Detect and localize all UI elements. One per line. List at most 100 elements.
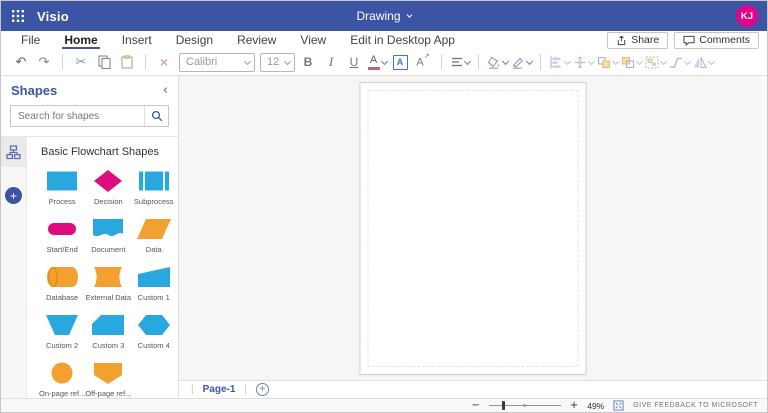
chevron-down-icon [406,12,413,18]
font-color-button[interactable]: A [367,51,388,73]
document-shape-icon [91,217,125,241]
font-size-select[interactable]: 12 [260,52,295,72]
menu-edit-in-desktop-app[interactable]: Edit in Desktop App [338,31,467,49]
zoom-out-button[interactable]: − [471,400,479,411]
decision-shape-icon [91,169,125,193]
italic-button[interactable]: I [321,51,341,73]
delete-button[interactable]: × [154,51,174,73]
external-data-shape-icon [91,265,125,289]
cut-button[interactable]: ✂ [71,51,91,73]
bring-forward-button[interactable] [597,51,620,73]
chevron-down-icon [284,57,292,65]
bold-button[interactable]: B [298,51,318,73]
menu-view[interactable]: View [288,31,338,49]
off-page-ref-shape-icon [91,361,125,385]
stencil-title: Basic Flowchart Shapes [41,146,159,158]
shape-custom-4[interactable]: Custom 4 [131,313,176,350]
flowchart-stencil-icon [6,144,21,159]
collapse-panel-button[interactable]: ‹ [163,83,168,98]
shape-start-end[interactable]: Start/End [39,217,85,254]
drawing-canvas[interactable] [179,76,767,380]
canvas-column: | Page-1 | + [179,76,767,398]
chevron-down-icon [659,57,668,65]
shape-process[interactable]: Process [39,169,85,206]
menu-design[interactable]: Design [164,31,225,49]
edit-text-button[interactable]: A↗ [413,51,433,73]
shape-off-page-ref[interactable]: Off-page ref... [85,361,131,398]
document-title: Drawing [356,9,401,23]
shape-data[interactable]: Data [131,217,176,254]
feedback-link[interactable]: GIVE FEEDBACK TO MICROSOFT [633,402,758,409]
shape-on-page-ref[interactable]: On-page ref... [39,361,85,398]
align-shapes-button[interactable] [549,51,572,73]
custom-1-shape-icon [137,265,171,289]
comments-button[interactable]: Comments [674,31,759,49]
zoom-level: 49% [587,400,605,411]
app-launcher-icon[interactable] [1,1,35,31]
fit-to-window-button[interactable] [613,400,624,411]
divider [540,54,541,70]
change-shape-button[interactable] [693,51,716,73]
copy-button[interactable] [94,51,114,73]
shape-custom-1[interactable]: Custom 1 [131,265,176,302]
text-box-button[interactable]: A [390,51,410,73]
shape-subprocess[interactable]: Subprocess [131,169,176,206]
line-color-button[interactable] [511,51,534,73]
shape-external-data[interactable]: External Data [85,265,131,302]
text-align-button[interactable] [450,51,471,73]
chevron-down-icon [463,57,471,65]
active-tab-underline [62,46,100,49]
undo-button[interactable]: ↶ [11,51,31,73]
menu-review[interactable]: Review [225,31,288,49]
shapes-panel-body: + Basic Flowchart Shapes Process Decisio… [0,137,178,398]
visio-web-app: Visio Drawing KJ File Home Insert Design… [0,0,768,413]
shapes-panel: Shapes ‹ + Basic F [0,76,179,398]
share-button[interactable]: Share [607,31,669,49]
chevron-down-icon [243,57,252,65]
shape-document[interactable]: Document [85,217,131,254]
underline-button[interactable]: U [344,51,364,73]
redo-button[interactable]: ↷ [34,51,54,73]
fill-color-button[interactable] [487,51,510,73]
chevron-down-icon [635,57,644,65]
vertical-scrollbar[interactable] [761,76,767,380]
custom-4-shape-icon [137,313,171,337]
shape-custom-3[interactable]: Custom 3 [85,313,131,350]
divider [62,54,63,70]
search-button[interactable] [144,106,168,126]
drawing-page[interactable] [359,82,587,375]
chevron-down-icon [707,57,716,65]
menu-insert[interactable]: Insert [110,31,164,49]
zoom-slider[interactable] [488,401,561,410]
zoom-slider-handle[interactable] [501,401,505,410]
shape-search-input[interactable] [11,110,144,122]
chevron-down-icon [525,57,534,65]
zoom-slider-midpoint [522,403,526,407]
menu-actions: Share Comments [607,31,759,49]
shape-database[interactable]: Database [39,265,85,302]
document-title-menu[interactable]: Drawing [356,9,413,23]
avatar[interactable]: KJ [736,5,758,27]
stencil-strip: + [0,137,27,398]
shape-decision[interactable]: Decision [85,169,131,206]
flowchart-stencil-tab[interactable] [0,137,27,167]
position-button[interactable] [573,51,596,73]
divider [145,54,146,70]
send-backward-button[interactable] [621,51,644,73]
connector-type-button[interactable] [669,51,692,73]
shape-custom-2[interactable]: Custom 2 [39,313,85,350]
paste-button[interactable] [117,51,137,73]
data-shape-icon [136,217,171,241]
menu-file[interactable]: File [9,31,52,49]
group-button[interactable] [645,51,668,73]
add-page-button[interactable]: + [256,383,270,396]
custom-2-shape-icon [45,313,79,337]
page-tab[interactable]: Page-1 [203,384,236,395]
chevron-down-icon [563,57,572,65]
chevron-down-icon [611,57,620,65]
process-shape-icon [45,169,79,193]
add-stencil-button[interactable]: + [5,187,22,204]
zoom-in-button[interactable]: + [570,400,578,411]
menu-home[interactable]: Home [52,31,109,49]
font-family-select[interactable]: Calibri [179,52,255,72]
